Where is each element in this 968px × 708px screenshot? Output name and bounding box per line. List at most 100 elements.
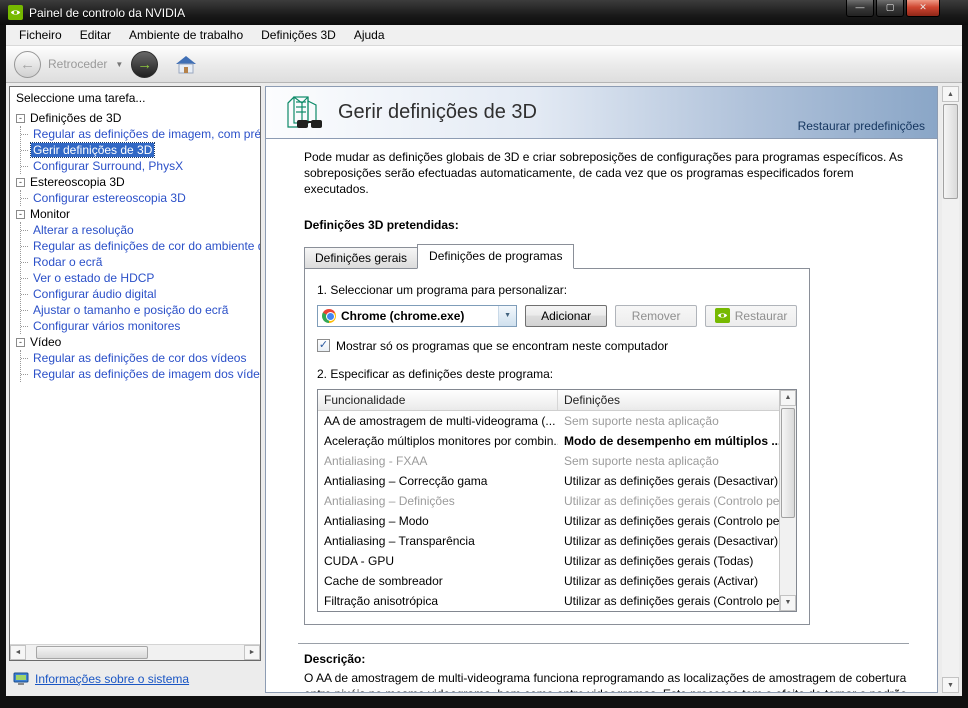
- table-row[interactable]: Antialiasing – Transparência Utilizar as…: [318, 531, 779, 551]
- table-rows: AA de amostragem de multi-videograma (..…: [318, 411, 779, 611]
- table-row[interactable]: AA de amostragem de multi-videograma (..…: [318, 411, 779, 431]
- sidebar-item-change-resolution[interactable]: Alterar a resolução: [21, 222, 260, 238]
- table-header-row: Funcionalidade Definições: [318, 389, 779, 411]
- scroll-down-icon: ▼: [947, 681, 954, 689]
- tree-group-label: Vídeo: [30, 335, 62, 349]
- table-row[interactable]: CUDA - GPU Utilizar as definições gerais…: [318, 551, 779, 571]
- window-frame: Ficheiro Editar Ambiente de trabalho Def…: [6, 25, 962, 696]
- menu-definicoes-3d[interactable]: Definições 3D: [252, 26, 345, 44]
- checkmark-icon: ✓: [318, 339, 329, 352]
- scroll-up-icon: ▲: [947, 90, 954, 98]
- main-pane: Gerir definições de 3D Restaurar predefi…: [265, 86, 938, 693]
- show-only-programs-row: ✓ Mostrar só os programas que se encontr…: [317, 339, 797, 353]
- menubar: Ficheiro Editar Ambiente de trabalho Def…: [6, 25, 962, 46]
- back-button[interactable]: ←: [14, 50, 41, 78]
- restore-defaults-link[interactable]: Restaurar predefinições: [798, 119, 925, 133]
- sidebar-item-configure-surround-physx[interactable]: Configurar Surround, PhysX: [21, 158, 260, 174]
- scrollbar-thumb[interactable]: [36, 646, 148, 659]
- sidebar-item-adjust-desktop-color[interactable]: Regular as definições de cor do ambiente…: [21, 238, 260, 254]
- window-controls: — ▢ ✕: [846, 0, 940, 17]
- scroll-down-button[interactable]: ▼: [942, 677, 959, 693]
- program-select-value: Chrome (chrome.exe): [341, 308, 465, 323]
- show-only-programs-checkbox[interactable]: ✓: [317, 339, 330, 353]
- remove-button[interactable]: Remover: [615, 304, 698, 327]
- main-content: Pode mudar as definições globais de 3D e…: [266, 139, 937, 692]
- table-row[interactable]: Antialiasing - FXAA Sem suporte nesta ap…: [318, 451, 779, 471]
- sidebar-item-set-up-multiple-displays[interactable]: Configurar vários monitores: [21, 318, 260, 334]
- restore-button[interactable]: Restaurar: [705, 304, 797, 327]
- menu-ficheiro[interactable]: Ficheiro: [10, 26, 71, 44]
- column-header-feature[interactable]: Funcionalidade: [318, 389, 558, 410]
- collapse-expander-icon[interactable]: -: [16, 337, 25, 347]
- collapse-expander-icon[interactable]: -: [16, 209, 25, 219]
- scrollbar-track[interactable]: [942, 102, 959, 677]
- restore-button-label: Restaurar: [734, 308, 788, 323]
- main-area: Gerir definições de 3D Restaurar predefi…: [265, 86, 959, 693]
- chrome-icon: [322, 308, 336, 323]
- sidebar-item-adjust-video-color[interactable]: Regular as definições de cor dos vídeos: [21, 350, 260, 366]
- menu-editar[interactable]: Editar: [71, 26, 120, 44]
- table-row[interactable]: Filtração anisotrópica Utilizar as defin…: [318, 591, 779, 611]
- page-intro-text: Pode mudar as definições globais de 3D e…: [304, 150, 903, 197]
- titlebar: Painel de controlo da NVIDIA — ▢ ✕: [0, 0, 968, 25]
- task-tree: - Definições de 3D Regular as definições…: [10, 108, 260, 644]
- combo-dropdown-button[interactable]: ▼: [498, 305, 517, 326]
- system-information-link[interactable]: Informações sobre o sistema: [35, 672, 189, 686]
- scrollbar-thumb[interactable]: [781, 407, 795, 518]
- scroll-up-button[interactable]: ▲: [780, 389, 796, 406]
- maximize-button[interactable]: ▢: [876, 0, 904, 17]
- table-vertical-scrollbar: ▲ ▼: [779, 389, 796, 611]
- tab-program-settings[interactable]: Definições de programas: [417, 243, 575, 269]
- tree-group-3d-settings: - Definições de 3D Regular as definições…: [16, 110, 260, 174]
- table-row[interactable]: Cache de sombreador Utilizar as definiçõ…: [318, 571, 779, 591]
- tree-group-label: Monitor: [30, 207, 71, 221]
- minimize-button[interactable]: —: [846, 0, 874, 17]
- menu-ambiente-de-trabalho[interactable]: Ambiente de trabalho: [120, 26, 252, 44]
- table-row[interactable]: Antialiasing – Modo Utilizar as definiçõ…: [318, 511, 779, 531]
- collapse-expander-icon[interactable]: -: [16, 113, 25, 123]
- program-select[interactable]: Chrome (chrome.exe) ▼: [317, 304, 518, 327]
- history-dropdown-icon[interactable]: ▼: [115, 60, 123, 69]
- column-header-setting[interactable]: Definições: [558, 390, 626, 410]
- forward-button[interactable]: →: [131, 50, 159, 78]
- add-button[interactable]: Adicionar: [525, 304, 608, 327]
- sidebar-horizontal-scrollbar: ◄ ►: [10, 644, 260, 660]
- description-separator: [298, 642, 909, 644]
- table-row[interactable]: Antialiasing – Definições Utilizar as de…: [318, 491, 779, 511]
- tab-global-settings[interactable]: Definições gerais: [304, 246, 419, 269]
- 3d-settings-icon: [287, 95, 322, 128]
- collapse-expander-icon[interactable]: -: [16, 177, 25, 187]
- program-select-row: Chrome (chrome.exe) ▼ Adicionar Remover …: [317, 304, 797, 327]
- close-button[interactable]: ✕: [906, 0, 940, 17]
- tree-group-stereoscopic-3d: - Estereoscopia 3D Configurar estereosco…: [16, 174, 260, 206]
- sidebar-item-configure-stereoscopic-3d[interactable]: Configurar estereoscopia 3D: [21, 190, 260, 206]
- step2-label: 2. Especificar as definições deste progr…: [317, 366, 554, 381]
- scroll-right-button[interactable]: ►: [244, 645, 260, 660]
- sidebar-item-adjust-size-position[interactable]: Ajustar o tamanho e posição do ecrã: [21, 302, 260, 318]
- menu-ajuda[interactable]: Ajuda: [345, 26, 394, 44]
- scroll-left-button[interactable]: ◄: [10, 645, 26, 660]
- sidebar-item-rotate-display[interactable]: Rodar o ecrã: [21, 254, 260, 270]
- page-title: Gerir definições de 3D: [338, 101, 537, 123]
- main-vertical-scrollbar: ▲ ▼: [942, 86, 959, 693]
- table-row[interactable]: Aceleração múltiplos monitores por combi…: [318, 431, 779, 451]
- table-row[interactable]: Antialiasing – Correcção gama Utilizar a…: [318, 471, 779, 491]
- tree-group-monitor: - Monitor Alterar a resolução Regular as…: [16, 206, 260, 334]
- scrollbar-track[interactable]: [780, 406, 796, 595]
- scrollbar-track[interactable]: [26, 645, 244, 660]
- sidebar-item-manage-3d-settings[interactable]: Gerir definições de 3D: [21, 142, 260, 158]
- sidebar: Seleccione uma tarefa... - Definições de…: [9, 86, 261, 693]
- scrollbar-thumb[interactable]: [943, 104, 958, 199]
- window-title: Painel de controlo da NVIDIA: [29, 5, 186, 20]
- body: Seleccione uma tarefa... - Definições de…: [6, 83, 962, 696]
- nvidia-restore-icon: [714, 308, 730, 324]
- system-info-icon: [13, 672, 29, 685]
- sidebar-item-adjust-video-image[interactable]: Regular as definições de imagem dos víde…: [21, 366, 260, 382]
- home-button[interactable]: [175, 55, 197, 74]
- sidebar-item-adjust-image-settings[interactable]: Regular as definições de imagem, com pré…: [21, 126, 260, 142]
- sidebar-item-view-hdcp-status[interactable]: Ver o estado de HDCP: [21, 270, 260, 286]
- nvidia-logo-icon: [8, 5, 23, 20]
- scroll-down-button[interactable]: ▼: [780, 594, 796, 611]
- scroll-up-button[interactable]: ▲: [942, 86, 959, 102]
- sidebar-item-configure-digital-audio[interactable]: Configurar áudio digital: [21, 286, 260, 302]
